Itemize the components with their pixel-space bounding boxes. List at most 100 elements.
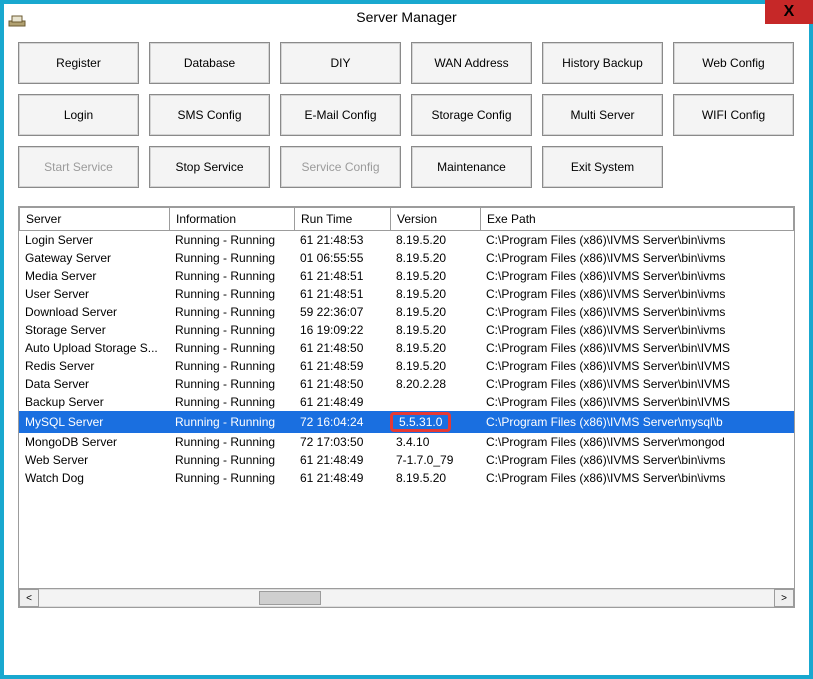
cell-info: Running - Running <box>169 303 294 321</box>
server-table: Server Information Run Time Version Exe … <box>18 206 795 608</box>
cell-version: 8.19.5.20 <box>390 339 480 357</box>
button-label: E-Mail Config <box>304 108 376 122</box>
cell-info: Running - Running <box>169 321 294 339</box>
button-label: Login <box>64 108 93 122</box>
cell-server: Login Server <box>19 231 169 249</box>
cell-server: Web Server <box>19 451 169 469</box>
scroll-right-button[interactable]: > <box>774 589 794 607</box>
cell-info: Running - Running <box>169 393 294 411</box>
scroll-thumb[interactable] <box>259 591 321 605</box>
cell-path: C:\Program Files (x86)\IVMS Server\mysql… <box>480 411 794 433</box>
cell-path: C:\Program Files (x86)\IVMS Server\bin\i… <box>480 231 794 249</box>
exitsystem-button[interactable]: Exit System <box>542 146 663 188</box>
button-label: Multi Server <box>570 108 634 122</box>
table-row[interactable]: MySQL ServerRunning - Running72 16:04:24… <box>19 411 794 433</box>
cell-server: Storage Server <box>19 321 169 339</box>
close-button[interactable]: X <box>765 0 813 24</box>
table-row[interactable]: MongoDB ServerRunning - Running72 17:03:… <box>19 433 794 451</box>
cell-version: 8.19.5.20 <box>390 321 480 339</box>
stopservice-button[interactable]: Stop Service <box>149 146 270 188</box>
col-header-server[interactable]: Server <box>20 208 170 231</box>
cell-runtime: 61 21:48:49 <box>294 469 390 487</box>
button-label: WAN Address <box>434 56 508 70</box>
cell-runtime: 61 21:48:49 <box>294 393 390 411</box>
smscfg-button[interactable]: SMS Config <box>149 94 270 136</box>
webcfg-button[interactable]: Web Config <box>673 42 794 84</box>
cell-runtime: 61 21:48:50 <box>294 339 390 357</box>
table-row[interactable]: Data ServerRunning - Running61 21:48:508… <box>19 375 794 393</box>
button-label: History Backup <box>562 56 643 70</box>
wan-button[interactable]: WAN Address <box>411 42 532 84</box>
cell-version: 8.20.2.28 <box>390 375 480 393</box>
cell-path: C:\Program Files (x86)\IVMS Server\bin\i… <box>480 451 794 469</box>
col-header-runtime[interactable]: Run Time <box>295 208 391 231</box>
cell-info: Running - Running <box>169 339 294 357</box>
cell-version: 8.19.5.20 <box>390 469 480 487</box>
cell-path: C:\Program Files (x86)\IVMS Server\bin\i… <box>480 249 794 267</box>
table-row[interactable]: Storage ServerRunning - Running16 19:09:… <box>19 321 794 339</box>
cell-server: User Server <box>19 285 169 303</box>
cell-path: C:\Program Files (x86)\IVMS Server\bin\i… <box>480 267 794 285</box>
button-label: Service Config <box>301 160 379 174</box>
table-row[interactable]: Redis ServerRunning - Running61 21:48:59… <box>19 357 794 375</box>
col-header-info[interactable]: Information <box>170 208 295 231</box>
table-row[interactable]: Login ServerRunning - Running61 21:48:53… <box>19 231 794 249</box>
cell-runtime: 72 16:04:24 <box>294 411 390 433</box>
cell-runtime: 61 21:48:51 <box>294 267 390 285</box>
cell-info: Running - Running <box>169 451 294 469</box>
register-button[interactable]: Register <box>18 42 139 84</box>
emailcfg-button[interactable]: E-Mail Config <box>280 94 401 136</box>
table-row[interactable]: Auto Upload Storage S...Running - Runnin… <box>19 339 794 357</box>
servicecfg-button: Service Config <box>280 146 401 188</box>
table-row[interactable]: Backup ServerRunning - Running61 21:48:4… <box>19 393 794 411</box>
wificfg-button[interactable]: WIFI Config <box>673 94 794 136</box>
cell-path: C:\Program Files (x86)\IVMS Server\bin\i… <box>480 321 794 339</box>
scroll-track[interactable] <box>39 589 774 607</box>
history-button[interactable]: History Backup <box>542 42 663 84</box>
cell-runtime: 16 19:09:22 <box>294 321 390 339</box>
cell-info: Running - Running <box>169 285 294 303</box>
cell-info: Running - Running <box>169 249 294 267</box>
cell-path: C:\Program Files (x86)\IVMS Server\bin\i… <box>480 285 794 303</box>
button-label: Database <box>184 56 235 70</box>
table-row[interactable]: Media ServerRunning - Running61 21:48:51… <box>19 267 794 285</box>
button-label: Stop Service <box>175 160 243 174</box>
multiserver-button[interactable]: Multi Server <box>542 94 663 136</box>
maintenance-button[interactable]: Maintenance <box>411 146 532 188</box>
chevron-right-icon: > <box>781 593 787 604</box>
cell-version: 8.19.5.20 <box>390 285 480 303</box>
table-row[interactable]: User ServerRunning - Running61 21:48:518… <box>19 285 794 303</box>
col-header-version[interactable]: Version <box>391 208 481 231</box>
storagecfg-button[interactable]: Storage Config <box>411 94 532 136</box>
cell-path: C:\Program Files (x86)\IVMS Server\bin\i… <box>480 303 794 321</box>
cell-version: 8.19.5.20 <box>390 267 480 285</box>
table-row[interactable]: Download ServerRunning - Running59 22:36… <box>19 303 794 321</box>
table-header-row: Server Information Run Time Version Exe … <box>20 208 794 231</box>
table-row[interactable]: Watch DogRunning - Running61 21:48:498.1… <box>19 469 794 487</box>
version-highlight: 5.5.31.0 <box>390 412 451 432</box>
cell-server: MongoDB Server <box>19 433 169 451</box>
table-row[interactable]: Gateway ServerRunning - Running01 06:55:… <box>19 249 794 267</box>
cell-runtime: 61 21:48:50 <box>294 375 390 393</box>
cell-info: Running - Running <box>169 375 294 393</box>
horizontal-scrollbar[interactable]: < > <box>19 588 794 607</box>
cell-runtime: 72 17:03:50 <box>294 433 390 451</box>
cell-path: C:\Program Files (x86)\IVMS Server\bin\I… <box>480 339 794 357</box>
scroll-left-button[interactable]: < <box>19 589 39 607</box>
cell-version: 8.19.5.20 <box>390 249 480 267</box>
cell-path: C:\Program Files (x86)\IVMS Server\mongo… <box>480 433 794 451</box>
login-button[interactable]: Login <box>18 94 139 136</box>
cell-server: Download Server <box>19 303 169 321</box>
button-grid: Register Database DIY WAN Address History Ba… <box>18 42 795 188</box>
content-area: Register Database DIY WAN Address History Ba… <box>4 30 809 616</box>
database-button[interactable]: Database <box>149 42 270 84</box>
cell-version: 8.19.5.20 <box>390 231 480 249</box>
window: Server Manager X RegisterDatabaseDIYWAN … <box>0 0 813 679</box>
diy-button[interactable]: DIY <box>280 42 401 84</box>
cell-runtime: 01 06:55:55 <box>294 249 390 267</box>
cell-server: Watch Dog <box>19 469 169 487</box>
table-row[interactable]: Web ServerRunning - Running61 21:48:497-… <box>19 451 794 469</box>
col-header-path[interactable]: Exe Path <box>481 208 794 231</box>
cell-server: Data Server <box>19 375 169 393</box>
cell-path: C:\Program Files (x86)\IVMS Server\bin\I… <box>480 375 794 393</box>
